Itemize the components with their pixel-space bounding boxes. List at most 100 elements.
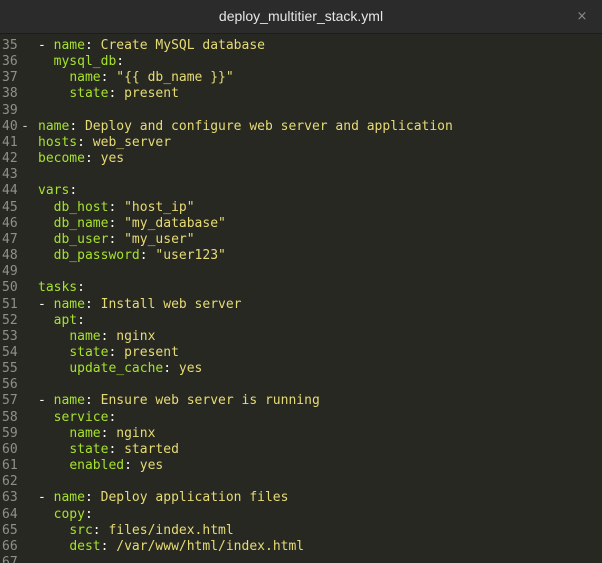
yaml-value: yes <box>139 458 164 474</box>
line-code: dest: /var/www/html/index.html <box>38 539 304 555</box>
yaml-punctuation <box>38 539 69 554</box>
code-line[interactable]: 57 - name: Ensure web server is running <box>0 393 602 409</box>
code-line[interactable]: 44 vars: <box>0 183 602 199</box>
yaml-punctuation: : <box>139 248 156 264</box>
line-number: 55 <box>2 361 18 377</box>
code-line[interactable]: 46 db_name: "my_database" <box>0 216 602 232</box>
yaml-punctuation <box>38 216 54 231</box>
line-number: 56 <box>2 377 18 393</box>
code-line[interactable]: 48 db_password: "user123" <box>0 248 602 264</box>
code-line[interactable]: 53 name: nginx <box>0 329 602 345</box>
yaml-key: db_host <box>53 199 109 215</box>
code-line[interactable]: 55 update_cache: yes <box>0 361 602 377</box>
yaml-value: yes <box>178 361 203 377</box>
line-number: 65 <box>2 522 18 538</box>
yaml-punctuation: : <box>92 522 109 538</box>
line-number: 41 <box>2 134 18 150</box>
title-bar: deploy_multitier_stack.yml × <box>0 0 602 34</box>
yaml-value: yes <box>100 151 125 167</box>
code-line[interactable]: 58 service: <box>0 410 602 426</box>
yaml-punctuation: : <box>108 86 125 102</box>
code-line[interactable]: 60 state: started <box>0 442 602 458</box>
yaml-punctuation: : <box>84 38 101 53</box>
code-line[interactable]: 56 <box>0 377 602 393</box>
yaml-key: service <box>53 409 109 425</box>
line-number: 48 <box>2 248 18 264</box>
line-code: src: files/index.html <box>38 522 233 539</box>
yaml-punctuation <box>38 54 54 69</box>
yaml-key: update_cache <box>69 361 164 377</box>
line-code: name: "{{ db_name }}" <box>38 70 233 86</box>
code-line[interactable]: 65 src: files/index.html <box>0 523 602 539</box>
code-line[interactable]: 43 <box>0 167 602 183</box>
yaml-punctuation: : <box>100 328 117 344</box>
yaml-punctuation: : <box>84 393 101 409</box>
close-icon[interactable]: × <box>574 0 590 33</box>
code-line[interactable]: 51 - name: Install web server <box>0 297 602 313</box>
yaml-value: Ensure web server is running <box>100 393 320 409</box>
line-number: 60 <box>2 441 18 457</box>
code-line[interactable]: 67 <box>0 555 602 563</box>
yaml-punctuation <box>38 232 54 247</box>
code-line[interactable]: 41 hosts: web_server <box>0 135 602 151</box>
yaml-punctuation: : <box>84 151 101 167</box>
line-code: db_name: "my_database" <box>38 216 226 232</box>
line-number: 49 <box>2 264 18 280</box>
yaml-key: name <box>53 38 85 53</box>
code-line[interactable]: 59 name: nginx <box>0 426 602 442</box>
yaml-punctuation: - <box>38 296 54 312</box>
code-line[interactable]: 66 dest: /var/www/html/index.html <box>0 539 602 555</box>
code-line[interactable]: 49 <box>0 264 602 280</box>
yaml-key: name <box>53 296 85 312</box>
code-line[interactable]: 50 tasks: <box>0 280 602 296</box>
line-number: 39 <box>2 102 18 118</box>
line-code: copy: <box>38 507 93 523</box>
code-line[interactable]: 45 db_host: "host_ip" <box>0 200 602 216</box>
code-line[interactable]: 62 <box>0 474 602 490</box>
code-line[interactable]: 42 become: yes <box>0 151 602 167</box>
line-number: 57 <box>2 393 18 409</box>
code-line[interactable]: 39 <box>0 103 602 119</box>
line-number: 51 <box>2 296 18 312</box>
yaml-punctuation <box>38 345 69 360</box>
yaml-punctuation: : <box>108 215 125 231</box>
code-line[interactable]: 64 copy: <box>0 507 602 523</box>
code-line[interactable]: 38 state: present <box>0 86 602 102</box>
code-line[interactable]: 40- name: Deploy and configure web server… <box>0 119 602 135</box>
code-line[interactable]: 36 mysql_db: <box>0 54 602 70</box>
yaml-punctuation <box>38 313 54 328</box>
yaml-key: state <box>69 344 109 360</box>
yaml-value: Deploy and configure web server and appl… <box>84 118 453 134</box>
code-line[interactable]: 47 db_user: "my_user" <box>0 232 602 248</box>
yaml-key: name <box>53 393 85 409</box>
line-number: 37 <box>2 70 18 86</box>
code-line[interactable]: 52 apt: <box>0 313 602 329</box>
code-editor[interactable]: 35- name: Create MySQL database 36 mysql_… <box>0 38 602 563</box>
fold-marker-icon[interactable]: - <box>20 119 30 135</box>
yaml-key: dest <box>69 538 101 554</box>
yaml-value: /var/www/html/index.html <box>116 538 305 554</box>
code-line[interactable]: 37 name: "{{ db_name }}" <box>0 70 602 86</box>
yaml-key: hosts <box>38 134 78 150</box>
line-code: service: <box>38 409 117 426</box>
yaml-value: "my_database" <box>124 215 226 231</box>
line-code: state: started <box>38 442 179 458</box>
yaml-punctuation: : <box>84 506 93 522</box>
code-line[interactable]: 54 state: present <box>0 345 602 361</box>
line-code: vars: <box>38 183 77 199</box>
yaml-key: name <box>69 425 101 441</box>
yaml-key: name <box>38 118 70 134</box>
code-line[interactable]: 35 - name: Create MySQL database <box>0 38 602 54</box>
code-line[interactable]: 61 enabled: yes <box>0 458 602 474</box>
yaml-punctuation: - <box>38 490 54 506</box>
code-line[interactable]: 63 - name: Deploy application files <box>0 490 602 506</box>
yaml-punctuation <box>38 410 54 425</box>
yaml-punctuation: : <box>100 425 117 441</box>
line-code: apt: <box>38 313 85 329</box>
yaml-punctuation: : <box>100 70 117 86</box>
yaml-punctuation: : <box>108 441 125 457</box>
yaml-punctuation <box>38 70 69 85</box>
line-code: tasks: <box>38 280 85 296</box>
line-number: 44 <box>2 183 18 199</box>
yaml-value: present <box>124 86 179 102</box>
